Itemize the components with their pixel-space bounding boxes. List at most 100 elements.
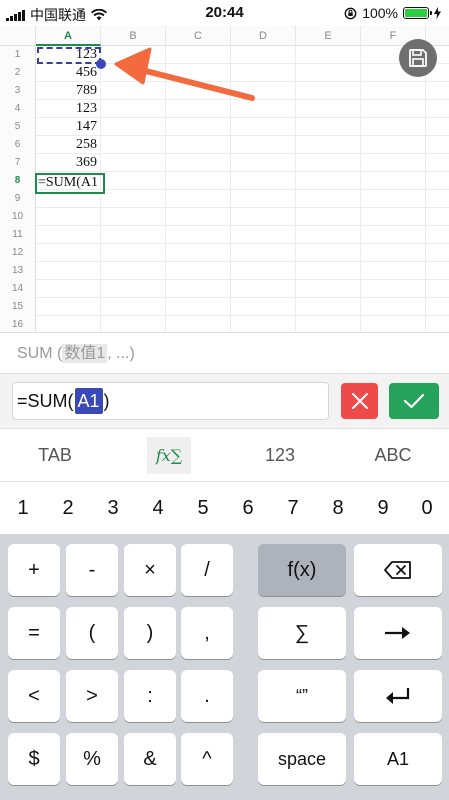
grid-cell[interactable]: [296, 172, 361, 190]
grid-cell[interactable]: [36, 262, 101, 280]
digit-key-6[interactable]: 6: [226, 482, 270, 534]
row-header[interactable]: 11: [0, 226, 36, 244]
grid-cell[interactable]: [101, 208, 166, 226]
grid-cell[interactable]: [361, 280, 426, 298]
equals-key[interactable]: =: [8, 607, 60, 659]
grid-cell[interactable]: [296, 100, 361, 118]
grid-cell[interactable]: [296, 226, 361, 244]
grid-cell[interactable]: [231, 298, 296, 316]
grid-cell[interactable]: [101, 226, 166, 244]
row-header[interactable]: 13: [0, 262, 36, 280]
comma-key[interactable]: ,: [181, 607, 233, 659]
grid-cell[interactable]: [296, 154, 361, 172]
grid-cell[interactable]: [166, 46, 231, 64]
select-all-corner[interactable]: [0, 26, 36, 46]
grid-cell[interactable]: [166, 316, 231, 332]
range-drag-handle[interactable]: [96, 59, 106, 69]
grid-cell[interactable]: [361, 208, 426, 226]
grid-cell[interactable]: [361, 136, 426, 154]
grid-cell[interactable]: [361, 82, 426, 100]
quotes-key[interactable]: “”: [258, 670, 346, 722]
grid-cell[interactable]: [166, 82, 231, 100]
percent-key[interactable]: %: [66, 733, 118, 785]
grid-cell[interactable]: [166, 244, 231, 262]
grid-cell[interactable]: [231, 64, 296, 82]
tab-numbers[interactable]: 123: [245, 429, 315, 482]
row-header[interactable]: 9: [0, 190, 36, 208]
row-header[interactable]: 2: [0, 64, 36, 82]
grid-cell[interactable]: [166, 154, 231, 172]
grid-cell[interactable]: [166, 100, 231, 118]
grid-cell[interactable]: [101, 46, 166, 64]
grid-cell[interactable]: [166, 136, 231, 154]
grid-cell[interactable]: [231, 244, 296, 262]
grid-cell[interactable]: [361, 298, 426, 316]
row-header[interactable]: 6: [0, 136, 36, 154]
grid-cell[interactable]: [231, 46, 296, 64]
grid-cell[interactable]: [361, 190, 426, 208]
space-key[interactable]: space: [258, 733, 346, 785]
grid-cell[interactable]: [361, 244, 426, 262]
digit-key-3[interactable]: 3: [91, 482, 135, 534]
row-header[interactable]: 15: [0, 298, 36, 316]
digit-key-0[interactable]: 0: [405, 482, 449, 534]
grid-cell[interactable]: 258: [36, 136, 101, 154]
grid-cell[interactable]: [296, 208, 361, 226]
grid-cell[interactable]: [231, 226, 296, 244]
grid-cell[interactable]: [296, 190, 361, 208]
spreadsheet-grid[interactable]: A B C D E F 1 123 2 456 3 789 4 123 5 147 6 258 7 369…: [0, 26, 449, 332]
grid-cell[interactable]: [36, 244, 101, 262]
function-key[interactable]: f(x): [258, 544, 346, 596]
grid-cell[interactable]: [101, 100, 166, 118]
grid-cell[interactable]: [231, 136, 296, 154]
cancel-button[interactable]: [341, 383, 378, 419]
column-header-e[interactable]: E: [296, 26, 361, 46]
grid-cell[interactable]: [166, 280, 231, 298]
grid-cell[interactable]: 369: [36, 154, 101, 172]
grid-cell[interactable]: [36, 316, 101, 332]
grid-cell[interactable]: [101, 262, 166, 280]
grid-cell[interactable]: [166, 226, 231, 244]
column-header-b[interactable]: B: [101, 26, 166, 46]
grid-cell[interactable]: [296, 298, 361, 316]
grid-cell[interactable]: [166, 262, 231, 280]
period-key[interactable]: .: [181, 670, 233, 722]
digit-key-1[interactable]: 1: [1, 482, 45, 534]
grid-cell[interactable]: [296, 280, 361, 298]
column-header-a[interactable]: A: [36, 26, 101, 46]
minus-key[interactable]: -: [66, 544, 118, 596]
grid-cell[interactable]: [361, 100, 426, 118]
grid-cell[interactable]: [101, 280, 166, 298]
grid-cell[interactable]: [296, 82, 361, 100]
row-header[interactable]: 12: [0, 244, 36, 262]
column-header-c[interactable]: C: [166, 26, 231, 46]
caret-key[interactable]: ^: [181, 733, 233, 785]
grid-cell[interactable]: [231, 100, 296, 118]
grid-cell[interactable]: [36, 280, 101, 298]
grid-cell[interactable]: [166, 208, 231, 226]
ampersand-key[interactable]: &: [124, 733, 176, 785]
grid-cell[interactable]: 123: [36, 46, 101, 64]
grid-cell[interactable]: [101, 316, 166, 332]
grid-cell[interactable]: [231, 190, 296, 208]
grid-cell[interactable]: [166, 172, 231, 190]
grid-cell[interactable]: [361, 262, 426, 280]
grid-cell[interactable]: [231, 316, 296, 332]
dollar-key[interactable]: $: [8, 733, 60, 785]
tab-tab-key[interactable]: TAB: [20, 429, 90, 482]
column-header-d[interactable]: D: [231, 26, 296, 46]
grid-cell[interactable]: [231, 118, 296, 136]
grid-cell[interactable]: [361, 172, 426, 190]
grid-cell[interactable]: [361, 226, 426, 244]
save-button[interactable]: [399, 39, 437, 77]
grid-cell[interactable]: [361, 118, 426, 136]
row-header[interactable]: 4: [0, 100, 36, 118]
grid-cell[interactable]: [101, 172, 166, 190]
grid-cell[interactable]: [36, 226, 101, 244]
grid-cell[interactable]: 123: [36, 100, 101, 118]
grid-cell[interactable]: 147: [36, 118, 101, 136]
digit-key-7[interactable]: 7: [271, 482, 315, 534]
less-than-key[interactable]: <: [8, 670, 60, 722]
grid-cell[interactable]: [101, 154, 166, 172]
row-header[interactable]: 5: [0, 118, 36, 136]
